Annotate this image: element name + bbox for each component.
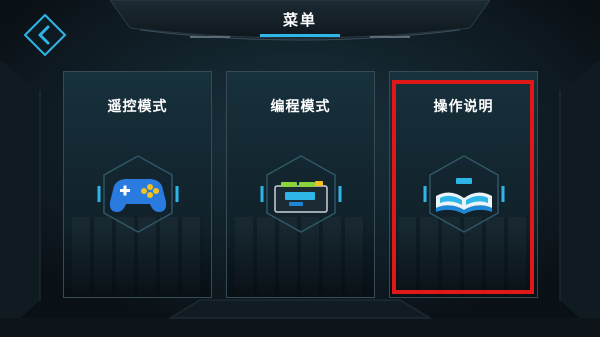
menu-card-remote[interactable]: 遥控模式	[63, 71, 212, 298]
gamepad-icon	[96, 152, 180, 236]
code-blocks-icon	[259, 152, 343, 236]
card-label: 编程模式	[270, 99, 331, 115]
page-title: 菜单	[282, 11, 317, 29]
card-label: 遥控模式	[107, 99, 168, 115]
menu-card-instructions[interactable]: 操作说明	[389, 71, 538, 298]
card-label: 操作说明	[433, 99, 494, 115]
menu-card-programming[interactable]: 编程模式	[226, 71, 375, 298]
chevron-left-icon	[23, 13, 67, 57]
open-book-icon	[422, 152, 506, 236]
back-button[interactable]	[23, 13, 67, 57]
